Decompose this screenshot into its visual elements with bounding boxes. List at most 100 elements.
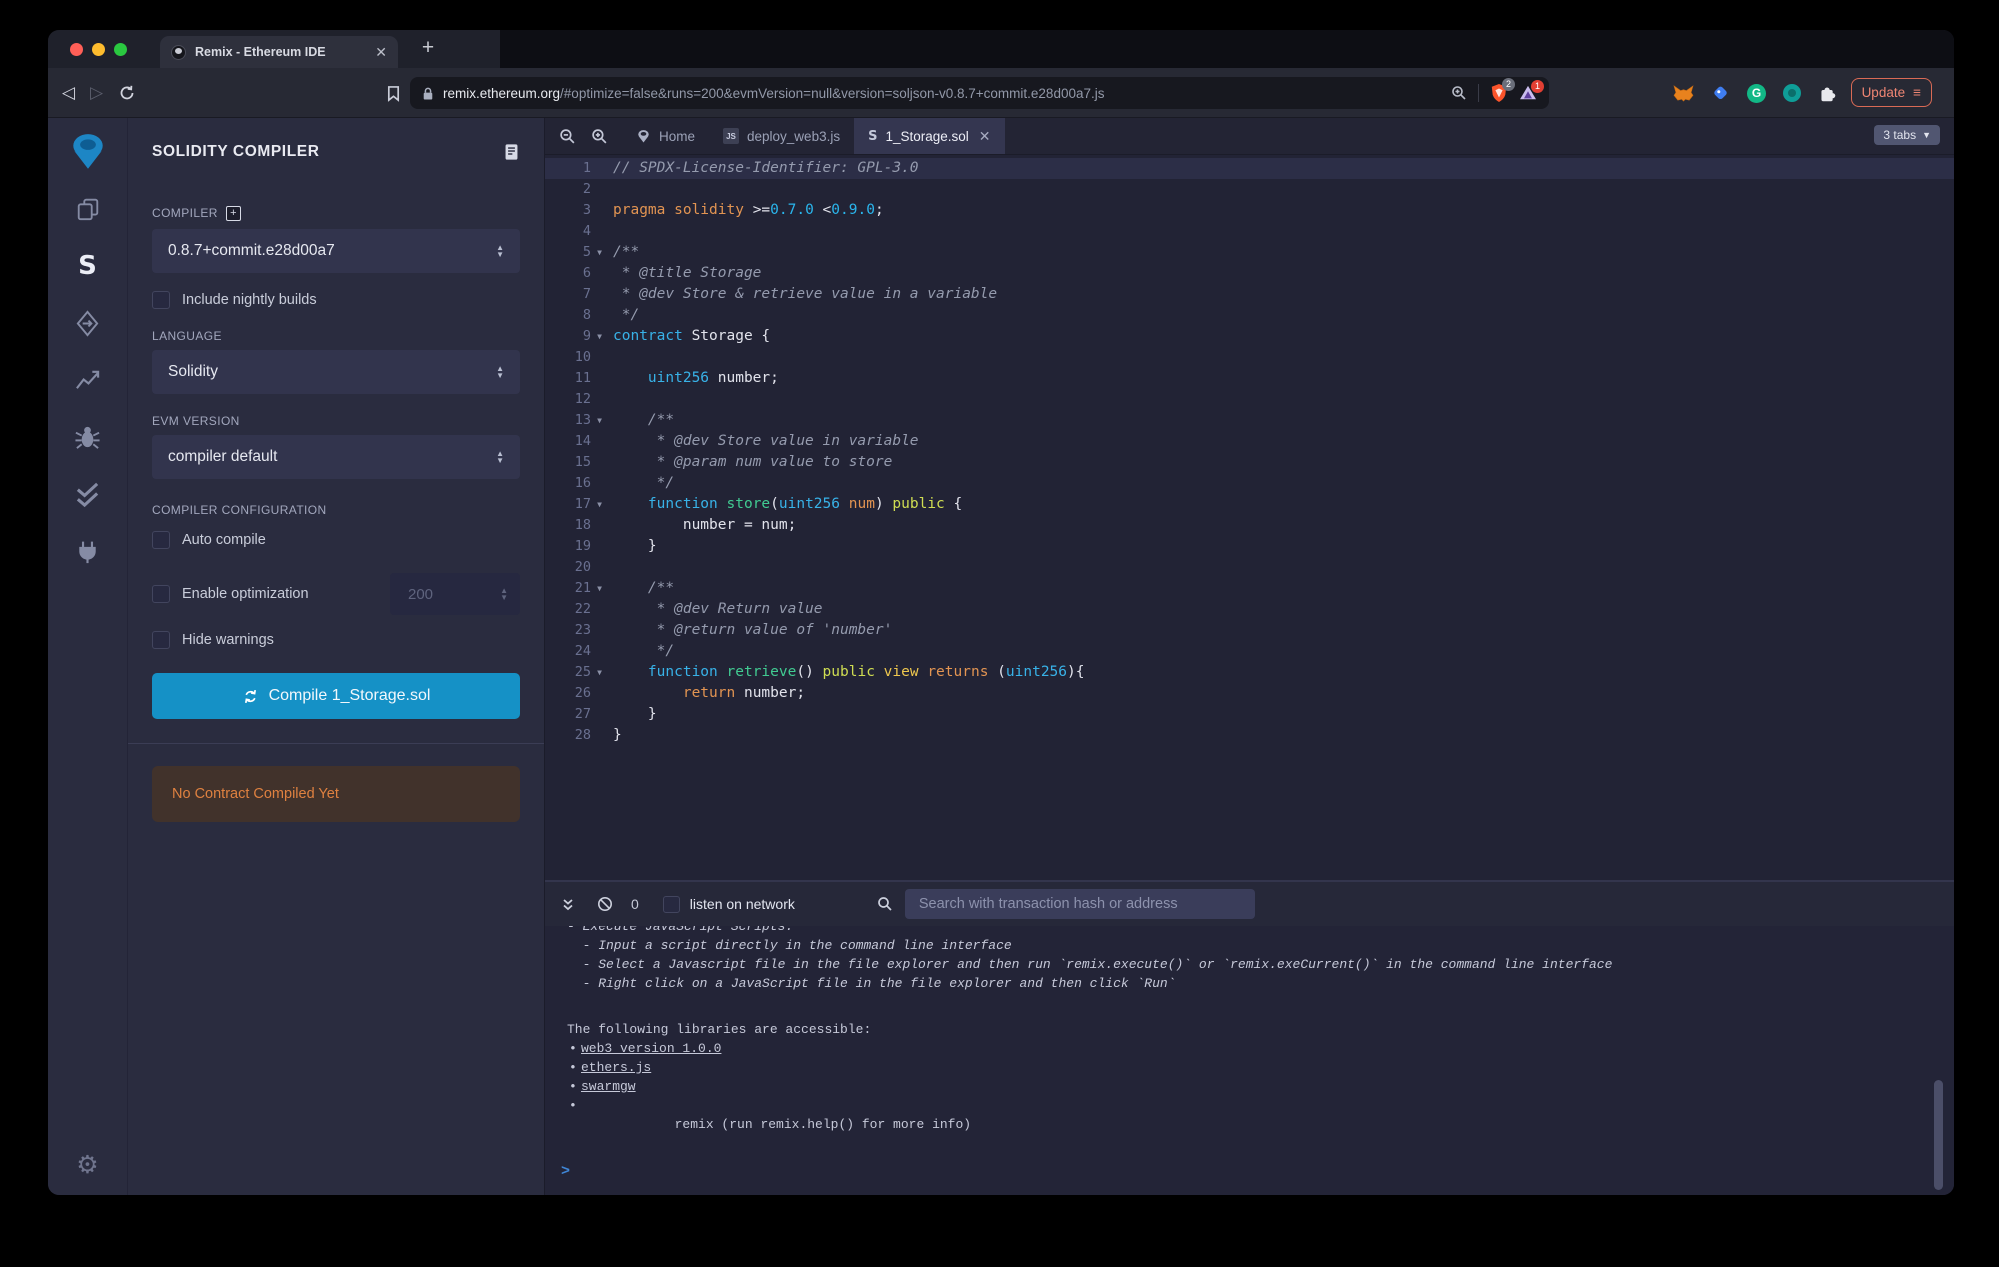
code-line: 19 } — [545, 536, 1954, 557]
listen-on-network-checkbox[interactable] — [663, 896, 680, 913]
library-link[interactable]: ethers.js — [581, 1060, 651, 1075]
select-chevrons-icon: ▲▼ — [496, 244, 504, 258]
activity-bar: S — [48, 118, 127, 1195]
tab-home[interactable]: Home — [622, 118, 709, 154]
url-path: /#optimize=false&runs=200&evmVersion=nul… — [560, 86, 1442, 101]
static-analysis-icon[interactable] — [66, 358, 110, 402]
solidity-file-icon: S — [868, 129, 877, 144]
compile-button[interactable]: Compile 1_Storage.sol — [152, 673, 520, 719]
tab-storage-sol[interactable]: S 1_Storage.sol ✕ — [854, 118, 1004, 154]
new-tab-button[interactable]: + — [414, 34, 442, 62]
brave-rewards-icon[interactable]: 1 — [1519, 85, 1537, 101]
close-window-button[interactable] — [70, 43, 83, 56]
documentation-book-icon[interactable] — [503, 143, 520, 161]
remix-logo-icon[interactable] — [66, 130, 110, 174]
hide-warnings-checkbox[interactable] — [152, 631, 170, 649]
listen-on-network-label: listen on network — [690, 896, 795, 912]
editor-zoom-in-icon[interactable] — [591, 128, 608, 145]
code-line: 25▼ function retrieve() public view retu… — [545, 662, 1954, 683]
code-line: 24 */ — [545, 641, 1954, 662]
js-file-icon: JS — [723, 128, 739, 144]
library-note: remix (run remix.help() for more info) — [675, 1117, 971, 1132]
no-contract-warning: No Contract Compiled Yet — [152, 766, 520, 822]
tag-extension-icon[interactable] — [1711, 84, 1730, 103]
library-link[interactable]: web3 version 1.0.0 — [581, 1041, 721, 1056]
code-line: 3pragma solidity >=0.7.0 <0.9.0; — [545, 200, 1954, 221]
language-value: Solidity — [168, 363, 218, 381]
transaction-search-input[interactable] — [905, 889, 1255, 919]
extensions-puzzle-icon[interactable] — [1818, 84, 1837, 103]
editor-zoom-out-icon[interactable] — [559, 128, 576, 145]
add-compiler-icon[interactable]: + — [226, 206, 241, 221]
libraries-heading: The following libraries are accessible: — [567, 1020, 1954, 1039]
browser-window: Remix - Ethereum IDE ✕ + ◁ ▷ remix.ether… — [48, 30, 1954, 1195]
compiler-version-value: 0.8.7+commit.e28d00a7 — [168, 242, 335, 260]
list-item: web3 version 1.0.0 — [567, 1039, 1954, 1058]
browser-tab[interactable]: Remix - Ethereum IDE ✕ — [160, 36, 398, 68]
tab-deploy-web3-label: deploy_web3.js — [747, 129, 840, 144]
plugin-manager-icon[interactable] — [66, 529, 110, 573]
forward-button[interactable]: ▷ — [90, 68, 103, 118]
enable-optimization-label: Enable optimization — [182, 586, 309, 602]
minimize-window-button[interactable] — [92, 43, 105, 56]
tab-home-label: Home — [659, 129, 695, 144]
shield-badge: 2 — [1502, 78, 1515, 91]
clear-console-ban-icon[interactable] — [597, 896, 613, 912]
enable-optimization-checkbox[interactable] — [152, 585, 170, 603]
code-line: 18 number = num; — [545, 515, 1954, 536]
auto-compile-label: Auto compile — [182, 532, 266, 548]
fullscreen-window-button[interactable] — [114, 43, 127, 56]
compiler-version-select[interactable]: 0.8.7+commit.e28d00a7 ▲▼ — [152, 229, 520, 273]
tab-close-icon[interactable]: ✕ — [979, 128, 991, 145]
tabs-count-badge[interactable]: 3 tabs ▼ — [1874, 125, 1940, 145]
zoom-page-icon[interactable] — [1451, 85, 1467, 101]
grammarly-icon[interactable]: G — [1747, 84, 1766, 103]
collapse-terminal-icon[interactable] — [561, 897, 575, 912]
language-select[interactable]: Solidity ▲▼ — [152, 350, 520, 394]
tab-storage-sol-label: 1_Storage.sol — [885, 129, 968, 144]
file-explorer-icon[interactable] — [66, 187, 110, 231]
terminal-panel: 0 listen on network - Execute JavaScript… — [545, 880, 1954, 1195]
terminal-scrollbar-thumb[interactable] — [1934, 1080, 1943, 1190]
extension-icons: G — [1673, 68, 1837, 118]
code-line: 23 * @return value of 'number' — [545, 620, 1954, 641]
metamask-icon[interactable] — [1673, 84, 1694, 103]
update-label: Update — [1862, 85, 1906, 100]
debugger-bug-icon[interactable] — [66, 415, 110, 459]
include-nightly-checkbox[interactable] — [152, 291, 170, 309]
settings-gear-icon[interactable]: ⚙ — [76, 1150, 98, 1179]
auto-compile-checkbox[interactable] — [152, 531, 170, 549]
solidity-compiler-icon[interactable]: S — [66, 244, 110, 288]
code-line: 2 — [545, 179, 1954, 200]
brave-shield-icon[interactable]: 2 — [1490, 83, 1508, 103]
remix-favicon-icon — [171, 45, 186, 60]
back-button[interactable]: ◁ — [62, 68, 75, 118]
language-label: LANGUAGE — [152, 329, 520, 343]
caret-down-icon: ▼ — [1922, 130, 1931, 140]
code-line: 9▼contract Storage { — [545, 326, 1954, 347]
library-link[interactable]: swarmgw — [581, 1079, 636, 1094]
url-bar[interactable]: remix.ethereum.org /#optimize=false&runs… — [410, 77, 1549, 109]
reload-button[interactable] — [119, 68, 135, 118]
tab-close-icon[interactable]: ✕ — [375, 44, 387, 61]
teal-extension-icon[interactable] — [1783, 84, 1801, 102]
terminal-prompt[interactable]: > — [561, 1162, 570, 1181]
hide-warnings-row: Hide warnings — [152, 631, 520, 649]
evm-version-value: compiler default — [168, 448, 277, 466]
menu-hamburger-icon: ≡ — [1913, 85, 1921, 100]
tabs-count-label: 3 tabs — [1883, 128, 1916, 142]
deploy-run-icon[interactable] — [66, 301, 110, 345]
include-nightly-label: Include nightly builds — [182, 292, 317, 308]
terminal-search-icon — [877, 896, 893, 912]
editor-tab-bar: Home JS deploy_web3.js S 1_Storage.sol ✕… — [545, 118, 1954, 155]
remix-mini-logo-icon — [636, 129, 651, 144]
code-line: 4 — [545, 221, 1954, 242]
tab-deploy-web3[interactable]: JS deploy_web3.js — [709, 118, 854, 154]
evm-version-select[interactable]: compiler default ▲▼ — [152, 435, 520, 479]
bookmark-icon[interactable] — [386, 68, 401, 118]
code-editor[interactable]: 1// SPDX-License-Identifier: GPL-3.023pr… — [545, 155, 1954, 880]
enable-optimization-row: Enable optimization ▲▼ — [152, 573, 520, 615]
unit-testing-icon[interactable] — [66, 472, 110, 516]
update-button[interactable]: Update ≡ — [1851, 78, 1932, 107]
panel-divider — [128, 743, 544, 744]
